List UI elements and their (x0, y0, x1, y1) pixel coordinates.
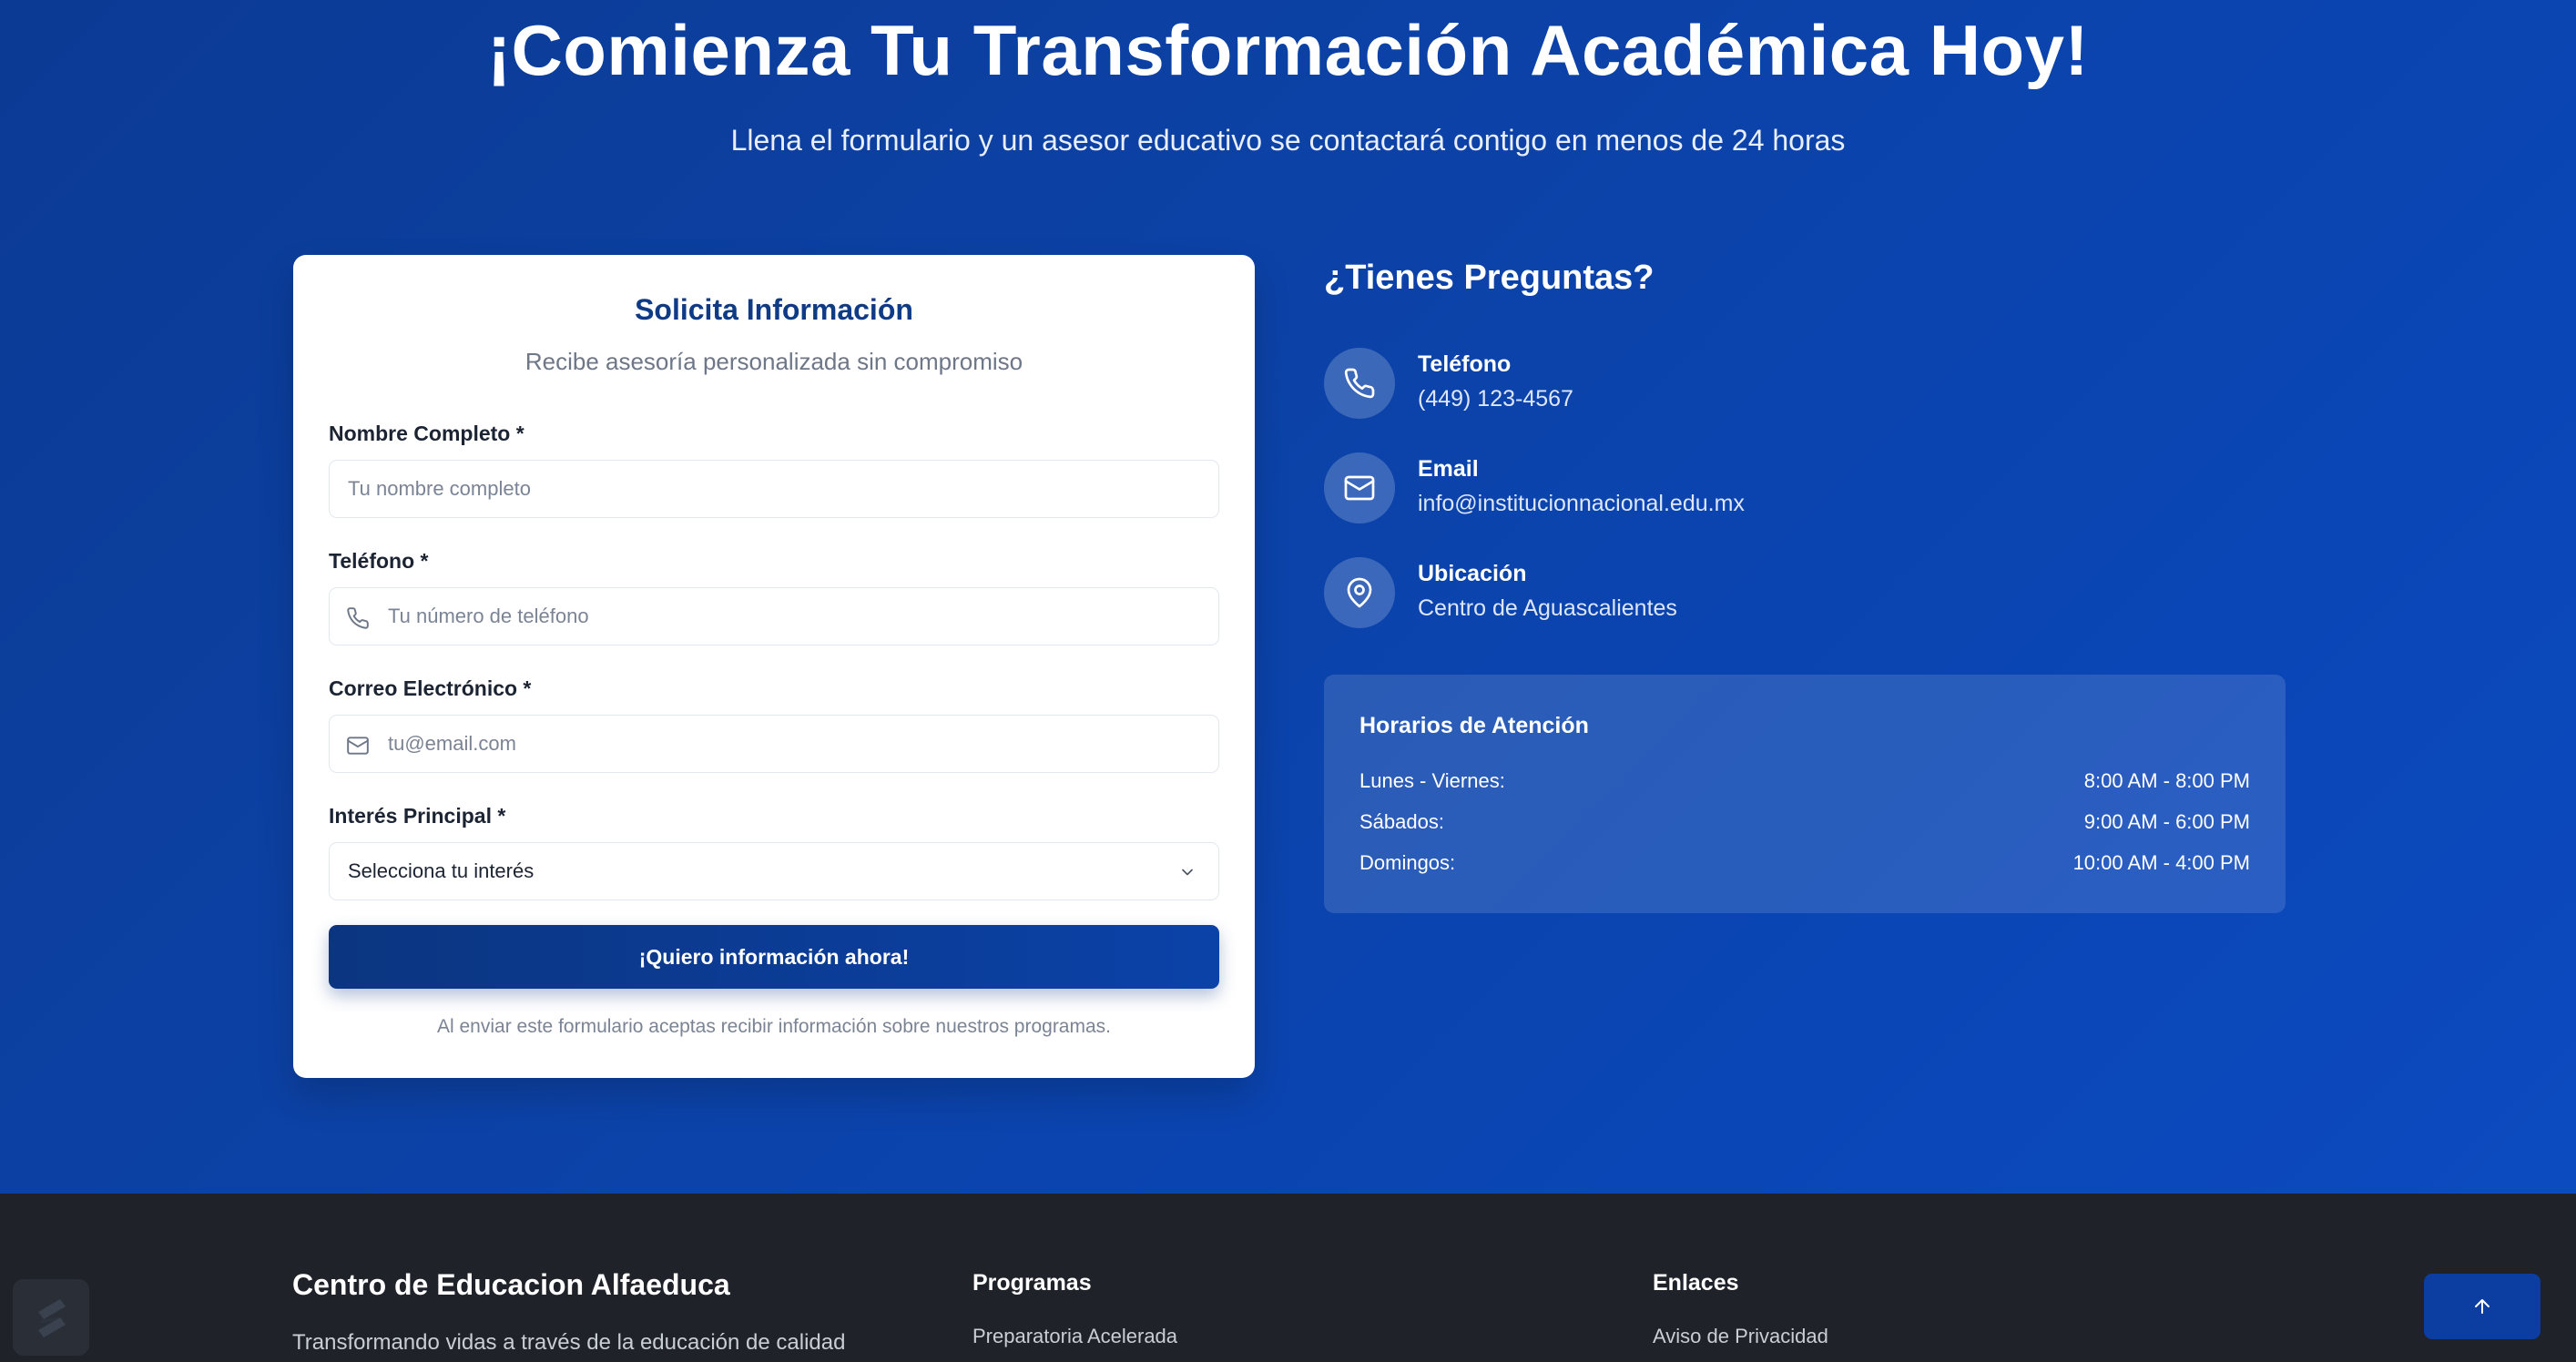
phone-input[interactable]: Tu número de teléfono (329, 587, 1219, 645)
submit-button[interactable]: ¡Quiero información ahora! (329, 925, 1219, 989)
contact-location-value: Centro de Aguascalientes (1418, 595, 1677, 621)
contact-form-card: Solicita Información Recibe asesoría per… (293, 255, 1255, 1078)
hours-time: 9:00 AM - 6:00 PM (2083, 810, 2250, 833)
hours-title: Horarios de Atención (1359, 713, 1589, 738)
interest-select[interactable]: Selecciona tu interés (329, 842, 1219, 900)
mail-icon (1324, 452, 1395, 523)
email-placeholder: tu@email.com (388, 732, 516, 755)
form-title: Solicita Información (635, 293, 913, 326)
interest-selected-value: Selecciona tu interés (348, 859, 535, 882)
hours-day: Domingos: (1359, 851, 1456, 874)
contact-email-label: Email (1418, 456, 1479, 482)
phone-icon (1324, 348, 1395, 419)
footer-program-link[interactable]: Preparatoria Acelerada (972, 1325, 1177, 1348)
name-input[interactable]: Tu nombre completo (329, 460, 1219, 518)
contact-email-value[interactable]: info@institucionnacional.edu.mx (1418, 491, 1745, 517)
footer-programs-heading: Programas (972, 1270, 1092, 1296)
phone-icon (346, 606, 370, 630)
map-pin-icon (1324, 557, 1395, 628)
form-disclaimer: Al enviar este formulario aceptas recibi… (437, 1016, 1111, 1037)
form-subtitle: Recibe asesoría personalizada sin compro… (524, 348, 1023, 375)
footer-links-heading: Enlaces (1653, 1270, 1739, 1296)
arrow-up-icon (2475, 1299, 2489, 1314)
contact-phone-value[interactable]: (449) 123-4567 (1418, 386, 1573, 412)
interest-label: Interés Principal * (329, 804, 506, 828)
contact-email: Email info@institucionnacional.edu.mx (1324, 452, 1961, 525)
contact-phone: Teléfono (449) 123-4567 (1324, 348, 1961, 421)
footer-description: Transformando vidas a través de la educa… (292, 1330, 846, 1355)
contact-phone-label: Teléfono (1418, 351, 1512, 377)
hours-day: Lunes - Viernes: (1359, 769, 1505, 792)
chevron-down-icon (1178, 863, 1196, 881)
footer-brand: Centro de Educacion Alfaeduca (292, 1268, 730, 1301)
hours-time: 10:00 AM - 4:00 PM (2072, 851, 2250, 874)
name-placeholder: Tu nombre completo (348, 477, 531, 500)
hours-time: 8:00 AM - 8:00 PM (2083, 769, 2250, 792)
hero-section: ¡Comienza Tu Transformación Académica Ho… (0, 0, 2576, 1194)
app-logo-icon[interactable] (13, 1279, 89, 1356)
footer-privacy-link[interactable]: Aviso de Privacidad (1653, 1325, 1828, 1348)
hours-box: Horarios de Atención Lunes - Viernes: 8:… (1324, 675, 2286, 913)
hero-title: ¡Comienza Tu Transformación Académica Ho… (486, 10, 2090, 90)
name-label: Nombre Completo * (329, 422, 524, 445)
email-label: Correo Electrónico * (329, 676, 532, 700)
mail-icon (346, 734, 370, 757)
questions-title: ¿Tienes Preguntas? (1324, 259, 1655, 297)
hours-day: Sábados: (1359, 810, 1444, 833)
scroll-to-top-button[interactable] (2424, 1274, 2540, 1339)
contact-location: Ubicación Centro de Aguascalientes (1324, 557, 1961, 630)
footer: Centro de Educacion Alfaeduca Transforma… (0, 1194, 2576, 1362)
phone-label: Teléfono * (329, 549, 429, 573)
contact-location-label: Ubicación (1418, 561, 1527, 586)
phone-placeholder: Tu número de teléfono (388, 605, 589, 627)
hero-subtitle: Llena el formulario y un asesor educativ… (730, 124, 1846, 157)
email-input[interactable]: tu@email.com (329, 715, 1219, 773)
